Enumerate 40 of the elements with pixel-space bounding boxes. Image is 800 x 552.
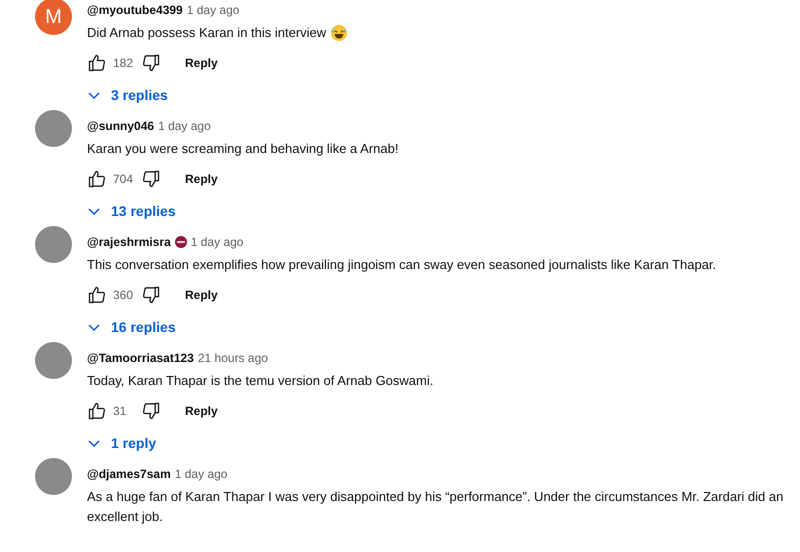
avatar[interactable]: M xyxy=(35,0,72,35)
comment-time[interactable]: 1 day ago xyxy=(158,117,211,135)
show-replies-button[interactable]: 3 replies xyxy=(81,80,174,110)
thumbs-down-icon[interactable] xyxy=(141,401,161,421)
thumbs-down-icon[interactable] xyxy=(141,53,161,73)
comment-time[interactable]: 1 day ago xyxy=(190,233,244,251)
comment-author[interactable]: @djames7sam xyxy=(87,465,171,483)
comment-time[interactable]: 1 day ago xyxy=(186,1,240,19)
comment-text: Today, Karan Thapar is the temu version of Arnab Goswami. xyxy=(87,372,434,390)
comment-author[interactable]: @Tamoorriasat123 xyxy=(87,349,194,367)
thumbs-up-icon[interactable] xyxy=(87,401,107,421)
show-replies-button[interactable]: 1 reply xyxy=(81,428,162,458)
like-count: 31 xyxy=(113,403,128,420)
like-count: 360 xyxy=(113,287,134,304)
comment-author[interactable]: @sunny046 xyxy=(87,117,154,135)
show-replies-button[interactable]: 16 replies xyxy=(81,312,182,342)
reply-button[interactable]: Reply xyxy=(175,49,228,77)
thumbs-up-icon[interactable] xyxy=(87,53,107,73)
comment-time[interactable]: 1 day ago xyxy=(174,465,228,483)
comment-time[interactable]: 21 hours ago xyxy=(198,349,268,367)
avatar-photo[interactable] xyxy=(35,110,72,147)
comment-text: Karan you were screaming and behaving like a Arnab! xyxy=(87,140,398,158)
comment-text: As a huge fan of Karan Thapar I was very disappointed by his “performance”. Under the circumstances Mr. Zardari did an excellent job. xyxy=(87,488,784,526)
reply-button[interactable]: Reply xyxy=(175,165,228,193)
like-count: 704 xyxy=(113,171,134,188)
avatar-photo[interactable] xyxy=(35,458,72,495)
comment-text: This conversation exemplifies how prevailing jingoism can sway even seasoned journalists like Karan Thapar. xyxy=(87,256,716,274)
reply-button[interactable]: Reply xyxy=(175,281,228,309)
thumbs-down-icon[interactable] xyxy=(141,169,161,189)
thumbs-down-icon[interactable] xyxy=(141,285,161,305)
reply-button[interactable]: Reply xyxy=(175,397,228,425)
thumbs-up-icon[interactable] xyxy=(87,285,107,305)
comment-text: Did Arnab possess Karan in this interview xyxy=(87,24,326,42)
avatar-photo[interactable] xyxy=(35,226,72,263)
like-count: 182 xyxy=(113,55,134,72)
comment-author[interactable]: @myoutube4399 xyxy=(87,1,183,19)
show-replies-button[interactable]: 13 replies xyxy=(81,196,182,226)
avatar-photo[interactable] xyxy=(35,342,72,379)
thumbs-up-icon[interactable] xyxy=(87,169,107,189)
comment-author[interactable]: @rajeshrmisra xyxy=(87,233,171,251)
